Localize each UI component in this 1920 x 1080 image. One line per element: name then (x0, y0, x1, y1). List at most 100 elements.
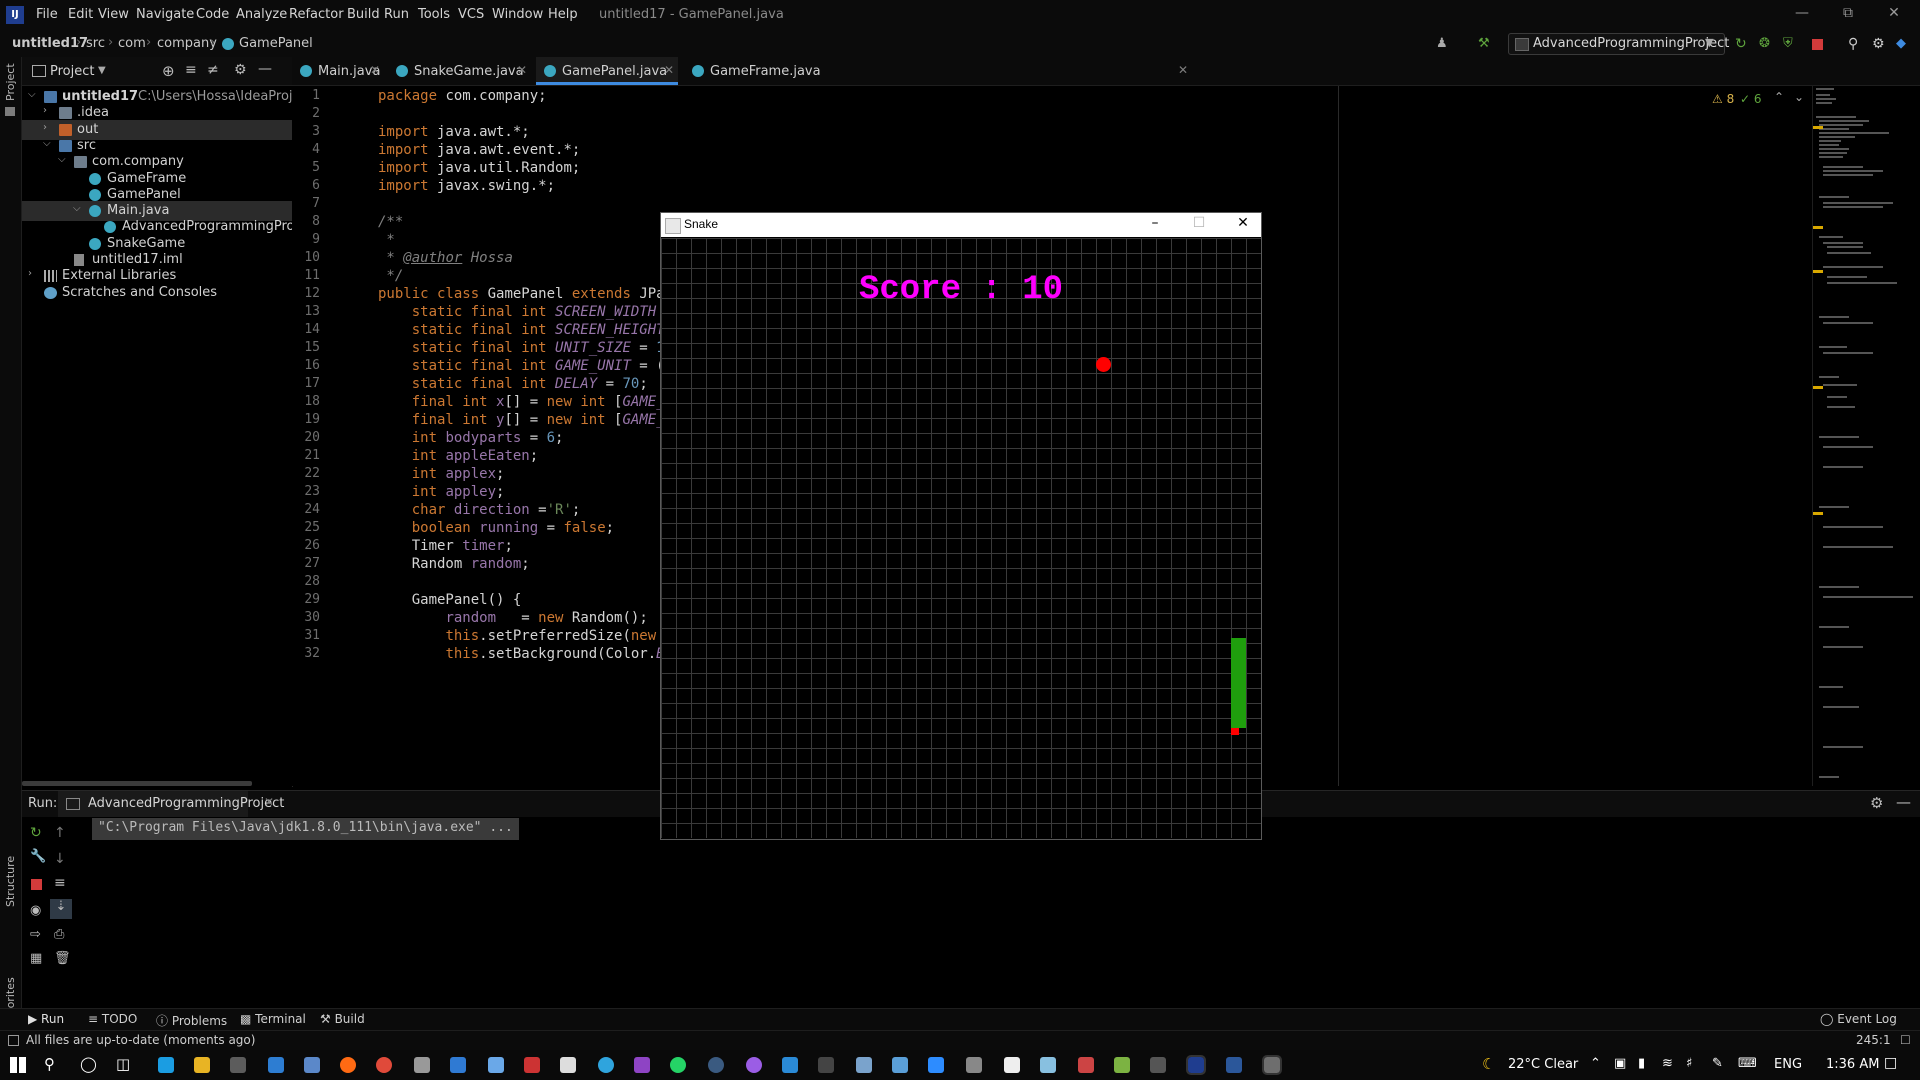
search-icon[interactable]: ⚲ (1848, 36, 1864, 52)
steam-icon[interactable] (708, 1057, 724, 1073)
menu-help[interactable]: Help (548, 7, 578, 22)
chevron-down-icon[interactable]: ⌵ (58, 154, 66, 165)
breadcrumb-gamepanel[interactable]: GamePanel (239, 36, 313, 51)
chevron-right-icon[interactable]: › (43, 105, 47, 116)
code-line[interactable]: Timer timer; (378, 538, 513, 554)
minimize-icon[interactable]: — (1790, 5, 1814, 25)
warning-marker[interactable] (1813, 270, 1823, 273)
maximize-icon[interactable]: ☐ (1185, 215, 1213, 235)
menu-run[interactable]: Run (384, 7, 409, 22)
inspection-warnings[interactable]: ⚠ 8 (1712, 92, 1734, 106)
windows-start-icon[interactable] (10, 1057, 26, 1073)
pen-icon[interactable]: ✎ (1712, 1056, 1723, 1071)
code-line[interactable]: import javax.swing.*; (378, 178, 555, 194)
tool-window-todo[interactable]: ≡ TODO (88, 1012, 137, 1026)
menu-refactor[interactable]: Refactor (289, 7, 344, 22)
clock[interactable]: 1:36 AM (1826, 1057, 1879, 1072)
menu-file[interactable]: File (36, 7, 58, 22)
menu-tools[interactable]: Tools (418, 7, 450, 22)
structure-tool-window-label[interactable]: Structure (4, 856, 17, 907)
app-icon[interactable] (1040, 1057, 1056, 1073)
code-line[interactable]: static final int SCREEN_HEIGHT (378, 322, 665, 338)
scroll-up-icon[interactable]: ↑ (54, 825, 66, 841)
visual-studio-icon[interactable] (634, 1057, 650, 1073)
code-minimap[interactable] (1812, 86, 1920, 786)
wifi-icon[interactable]: ≋ (1662, 1056, 1673, 1071)
wrench-icon[interactable]: 🔧 (30, 849, 46, 864)
menu-navigate[interactable]: Navigate (136, 7, 194, 22)
firefox-icon[interactable] (340, 1057, 356, 1073)
app-icon[interactable] (488, 1057, 504, 1073)
code-line[interactable]: * @author Hossa (378, 250, 512, 266)
task-view-icon[interactable]: ◫ (116, 1055, 130, 1073)
run-configuration-dropdown[interactable]: AdvancedProgrammingProject ▼ (1508, 33, 1729, 55)
code-line[interactable]: int bodyparts = 6; (378, 430, 564, 446)
inspection-weak-warnings[interactable]: ✓ 6 (1740, 92, 1762, 106)
run-tab[interactable]: AdvancedProgrammingProject (58, 791, 284, 817)
close-tab-icon[interactable]: ✕ (517, 63, 527, 77)
breadcrumb-company[interactable]: company (157, 36, 217, 51)
java-app-icon[interactable] (1262, 1055, 1282, 1075)
app-icon[interactable] (856, 1057, 872, 1073)
code-line[interactable]: /** (378, 214, 403, 230)
onedrive-icon[interactable] (782, 1057, 798, 1073)
keyboard-icon[interactable]: ⌨ (1738, 1056, 1757, 1071)
intellij-taskbar-icon[interactable] (1186, 1055, 1206, 1075)
code-line[interactable]: static final int GAME_UNIT = (S (378, 358, 673, 374)
code-line[interactable]: Random random; (378, 556, 530, 572)
weather-text[interactable]: 22°C Clear (1508, 1057, 1578, 1072)
menu-view[interactable]: View (98, 7, 129, 22)
search-icon[interactable]: ⚲ (44, 1055, 55, 1073)
event-log-button[interactable]: ◯ Event Log (1820, 1012, 1897, 1026)
code-line[interactable]: public class GamePanel extends JPan (378, 286, 673, 302)
layout-icon[interactable]: ▦ (30, 951, 42, 966)
telegram-icon[interactable] (598, 1057, 614, 1073)
menu-vcs[interactable]: VCS (458, 7, 484, 22)
menu-build[interactable]: Build (347, 7, 380, 22)
settings-gear-icon[interactable]: ⚙ (1872, 36, 1888, 52)
app-icon[interactable] (1150, 1057, 1166, 1073)
app-icon[interactable] (892, 1057, 908, 1073)
soft-wrap-icon[interactable]: ≡ (54, 875, 66, 891)
app-icon[interactable] (1114, 1057, 1130, 1073)
battery-icon[interactable]: ▮ (1638, 1056, 1645, 1071)
tab-snakegame-java[interactable]: SnakeGame.java ✕ (388, 57, 530, 85)
run-console[interactable]: ↻ ↑ 🔧 ↓ ≡ ◉ ⇣ ⇨ ⎙ ▦ 🗑 (22, 817, 1920, 1007)
chevron-down-icon[interactable]: ⌵ (43, 138, 51, 149)
chevron-down-icon[interactable]: ▼ (98, 65, 106, 76)
moon-weather-icon[interactable]: ☾ (1482, 1055, 1495, 1073)
close-icon[interactable]: ✕ (1882, 5, 1906, 25)
trash-icon[interactable]: 🗑 (54, 951, 71, 966)
camera-icon[interactable]: ◉ (30, 903, 41, 918)
code-line[interactable]: import java.awt.*; (378, 124, 530, 140)
debug-icon[interactable]: ❂ (1759, 36, 1775, 52)
run-settings-gear-icon[interactable]: ⚙ (1870, 794, 1883, 812)
hide-run-panel-icon[interactable]: — (1896, 793, 1911, 811)
app-icon[interactable] (304, 1057, 320, 1073)
breadcrumb-src[interactable]: src (86, 36, 105, 51)
warning-marker[interactable] (1813, 512, 1823, 515)
code-line[interactable]: boolean running = false; (378, 520, 614, 536)
code-line[interactable]: int applex; (378, 466, 505, 482)
notepad-icon[interactable] (1004, 1057, 1020, 1073)
tool-window-terminal[interactable]: ▩ Terminal (240, 1012, 306, 1026)
tab-gameframe-java[interactable]: GameFrame.java ✕ (684, 57, 1188, 85)
app-icon[interactable] (966, 1057, 982, 1073)
rerun-icon[interactable]: ↻ (1735, 36, 1751, 52)
app-icon[interactable] (414, 1057, 430, 1073)
hide-panel-icon[interactable]: — (258, 61, 272, 77)
menu-code[interactable]: Code (196, 7, 229, 22)
cursor-position[interactable]: 245:1 (1856, 1033, 1891, 1047)
code-line[interactable]: GamePanel() { (378, 592, 522, 608)
input-language[interactable]: ENG (1774, 1057, 1802, 1072)
volume-icon[interactable]: ♯ (1686, 1056, 1692, 1071)
menu-edit[interactable]: Edit (68, 7, 93, 22)
tool-window-run[interactable]: ▶ Run (28, 1012, 64, 1026)
store-icon[interactable] (230, 1057, 246, 1073)
tab-main-java[interactable]: Main.java ✕ (292, 57, 382, 85)
menu-analyze[interactable]: Analyze (236, 7, 287, 22)
restore-icon[interactable]: ⧉ (1836, 5, 1860, 25)
code-line[interactable]: static final int UNIT_SIZE = 15 (378, 340, 673, 356)
chevron-down-icon[interactable]: ⌵ (28, 89, 36, 100)
expand-all-icon[interactable]: ≡ (185, 62, 197, 78)
